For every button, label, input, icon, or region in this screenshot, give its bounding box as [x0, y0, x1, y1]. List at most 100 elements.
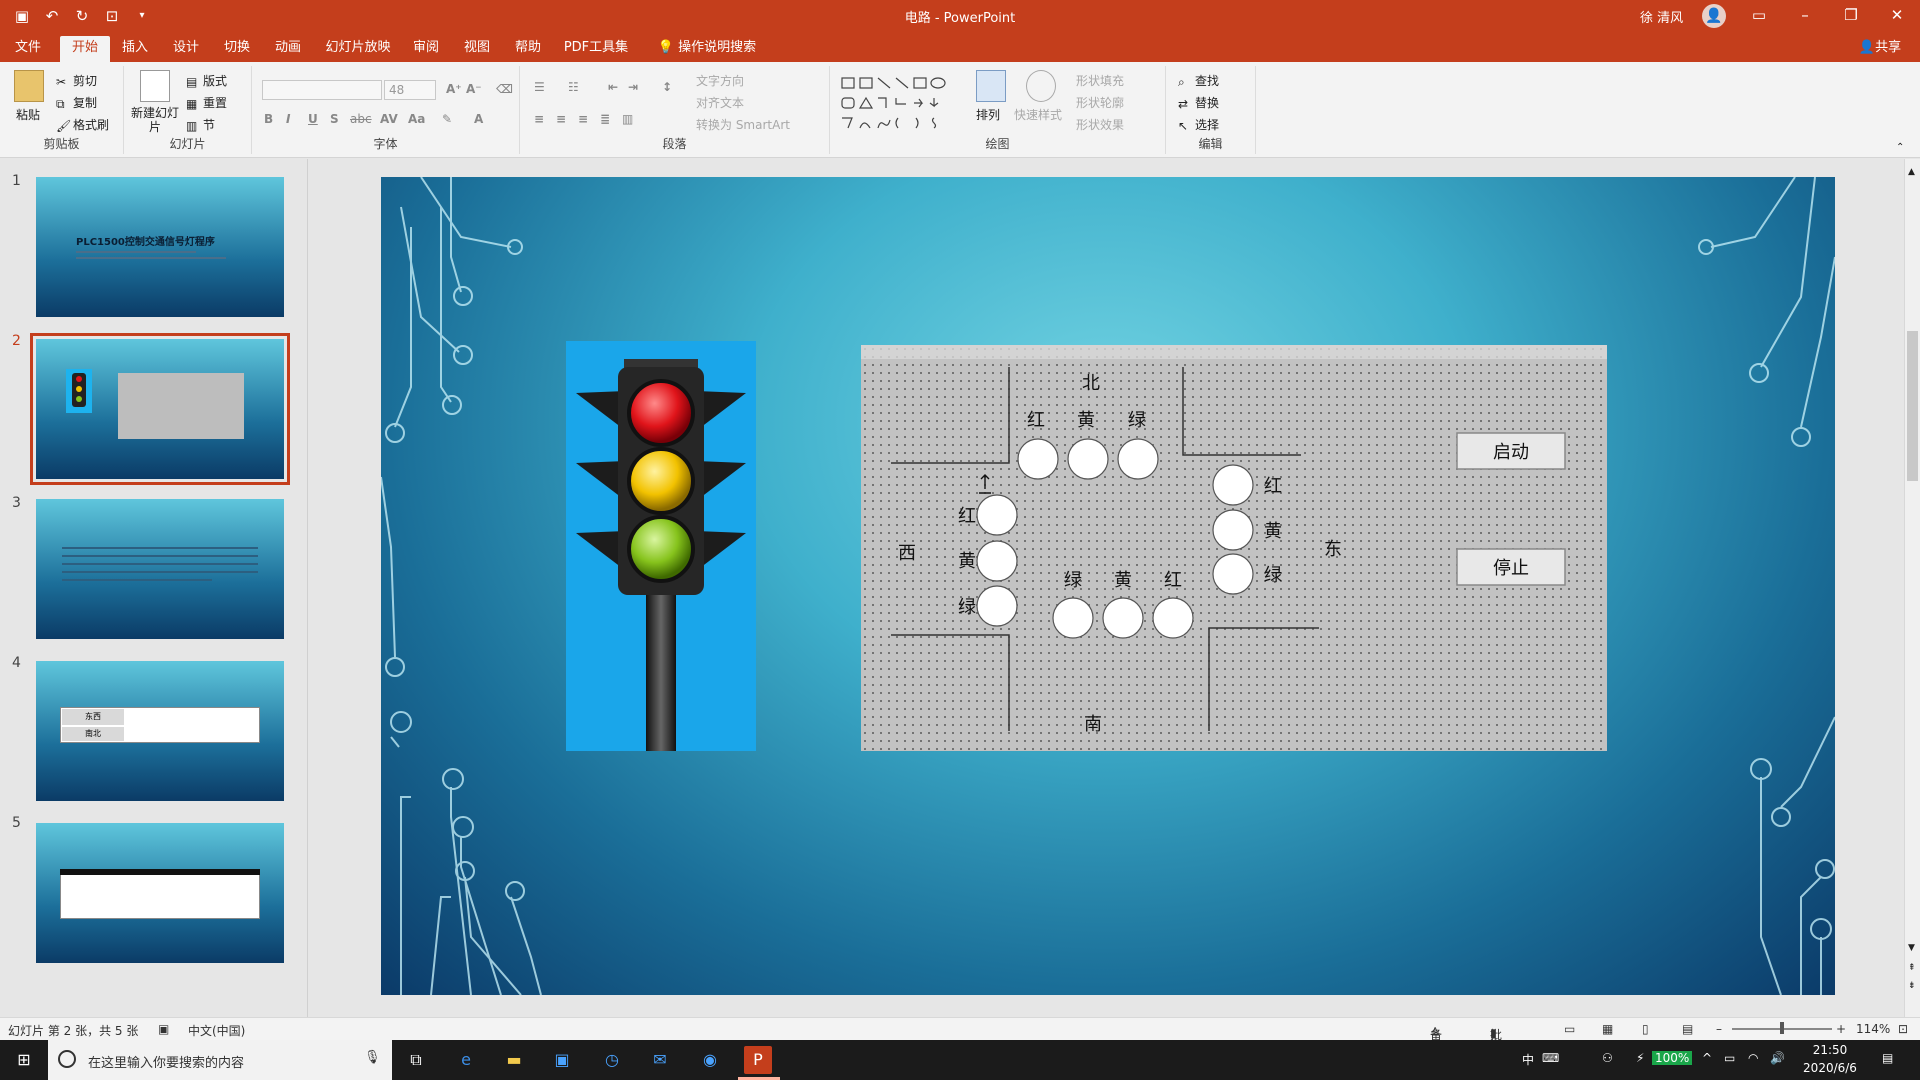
tray-expand-icon[interactable]: ^ [1702, 1051, 1712, 1065]
battery-level[interactable]: 100% [1652, 1051, 1693, 1065]
slideshow-view-icon[interactable]: ▤ [1682, 1022, 1693, 1036]
shrink-font-icon[interactable]: A⁻ [466, 82, 482, 96]
avatar[interactable]: 👤 [1702, 4, 1726, 28]
microphone-icon[interactable]: 🎙 [364, 1050, 381, 1065]
ime-indicator[interactable]: 中 [1522, 1051, 1534, 1068]
task-view-icon[interactable]: ⧉ [402, 1046, 430, 1074]
fit-to-window-icon[interactable]: ⊡ [1898, 1022, 1908, 1036]
highlight-icon[interactable]: ✎ [442, 112, 452, 126]
shape-effects-button[interactable]: 形状效果 [1076, 116, 1124, 133]
save-icon[interactable]: ▣ [10, 4, 34, 28]
normal-view-icon[interactable]: ▭ [1564, 1022, 1575, 1036]
powerpoint-taskbar-icon[interactable]: P [744, 1046, 772, 1074]
present-icon[interactable]: ⊡ [100, 4, 124, 28]
underline-button[interactable]: U [308, 112, 318, 126]
font-name-combo[interactable] [262, 80, 382, 100]
intersection-panel[interactable]: 北 南 东 西 红 黄 绿 红 黄 绿 红 黄 绿 绿 黄 红 启动 停止 [861, 345, 1607, 751]
zoom-level[interactable]: 114% [1856, 1022, 1890, 1036]
smartart-button[interactable]: 转换为 SmartArt [696, 116, 790, 133]
increase-indent-icon[interactable]: ⇥ [628, 80, 638, 94]
customize-qat-icon[interactable]: ▾ [130, 4, 154, 28]
font-size-combo[interactable]: 48 [384, 80, 436, 100]
ribbon-display-icon[interactable]: ▭ [1736, 0, 1782, 32]
zoom-in-icon[interactable]: + [1836, 1022, 1846, 1036]
wifi-icon[interactable]: ◠ [1748, 1051, 1758, 1065]
align-center-icon[interactable]: ≡ [556, 112, 566, 126]
clock-date[interactable]: 2020/6/6 [1796, 1061, 1864, 1075]
tab-slideshow[interactable]: 幻灯片放映 [320, 36, 396, 62]
tab-design[interactable]: 设计 [166, 36, 206, 62]
zoom-out-icon[interactable]: – [1716, 1022, 1722, 1036]
collapse-ribbon-icon[interactable]: ⌃ [1896, 142, 1904, 153]
justify-icon[interactable]: ≣ [600, 112, 610, 126]
replace-button[interactable]: ⇄ 替换 [1178, 94, 1219, 111]
layout-button[interactable]: ▤ 版式 [186, 72, 227, 89]
find-button[interactable]: ⌕ 查找 [1178, 72, 1219, 89]
arrange-button[interactable]: 排列 [976, 106, 1000, 123]
align-left-icon[interactable]: ≡ [534, 112, 544, 126]
tab-pdf-tools[interactable]: PDF工具集 [560, 36, 632, 62]
thumbnail-slide-4[interactable]: 东西 南北 [36, 661, 284, 801]
notification-icon[interactable]: ▤ [1882, 1051, 1893, 1065]
new-slide-icon[interactable] [140, 70, 170, 102]
next-slide-icon[interactable]: ⇟ [1908, 981, 1916, 991]
close-button[interactable]: ✕ [1874, 0, 1920, 32]
bold-button[interactable]: B [264, 112, 273, 126]
language-indicator[interactable]: 中文(中国) [188, 1022, 245, 1039]
user-name[interactable]: 徐 清风 [1640, 7, 1683, 26]
quick-styles-button[interactable]: 快速样式 [1014, 106, 1062, 123]
battery-icon[interactable]: ▭ [1724, 1051, 1735, 1065]
shape-fill-button[interactable]: 形状填充 [1076, 72, 1124, 89]
spacing-button[interactable]: AV [380, 112, 398, 126]
slide-sorter-icon[interactable]: ▦ [1602, 1022, 1613, 1036]
shapes-gallery[interactable] [838, 74, 962, 138]
scroll-down-icon[interactable]: ▼ [1908, 943, 1915, 953]
strikethrough-button[interactable]: abc [350, 112, 372, 126]
cut-button[interactable]: ✂ 剪切 [56, 72, 97, 89]
section-button[interactable]: ▥ 节 [186, 116, 215, 133]
new-slide-button[interactable]: 新建幻灯片 [130, 106, 180, 134]
tab-home[interactable]: 开始 [60, 36, 110, 62]
store-icon[interactable]: ▣ [548, 1046, 576, 1074]
align-right-icon[interactable]: ≡ [578, 112, 588, 126]
spellcheck-icon[interactable]: ▣ [158, 1022, 169, 1036]
browser-icon[interactable]: ◉ [696, 1046, 724, 1074]
tab-view[interactable]: 视图 [457, 36, 497, 62]
clear-format-icon[interactable]: ⌫ [496, 82, 513, 96]
reset-button[interactable]: ▦ 重置 [186, 94, 227, 111]
thumbnail-slide-5[interactable] [36, 823, 284, 963]
scroll-thumb[interactable] [1907, 331, 1918, 481]
tab-help[interactable]: 帮助 [508, 36, 548, 62]
shadow-button[interactable]: S [330, 112, 339, 126]
mail-icon[interactable]: ✉ [646, 1046, 674, 1074]
tab-transitions[interactable]: 切换 [217, 36, 257, 62]
stop-button[interactable]: 停止 [1456, 548, 1566, 586]
clock-app-icon[interactable]: ◷ [598, 1046, 626, 1074]
columns-icon[interactable]: ▥ [622, 112, 633, 126]
power-icon[interactable]: ⚡ [1636, 1051, 1644, 1065]
undo-icon[interactable]: ↶ [40, 4, 64, 28]
decrease-indent-icon[interactable]: ⇤ [608, 80, 618, 94]
copy-button[interactable]: ⧉ 复制 [56, 94, 97, 111]
thumbnail-slide-1[interactable]: PLC1500控制交通信号灯程序 [36, 177, 284, 317]
font-color-button[interactable]: A [474, 112, 483, 126]
start-button[interactable]: 启动 [1456, 432, 1566, 470]
quick-styles-icon[interactable] [1026, 70, 1056, 102]
minimize-button[interactable]: – [1782, 0, 1828, 32]
clock-time[interactable]: 21:50 [1800, 1043, 1860, 1057]
format-painter-button[interactable]: 🖌 格式刷 [56, 116, 109, 133]
numbering-icon[interactable]: ☷ [568, 80, 579, 94]
italic-button[interactable]: I [286, 112, 290, 126]
restore-button[interactable]: ❐ [1828, 0, 1874, 32]
vertical-scrollbar[interactable]: ▲ ▼ ⇞ ⇟ [1904, 159, 1920, 1017]
change-case-button[interactable]: Aa [408, 112, 425, 126]
thumbnail-slide-2[interactable] [30, 333, 290, 485]
reading-view-icon[interactable]: ▯ [1642, 1022, 1649, 1036]
redo-icon[interactable]: ↻ [70, 4, 94, 28]
line-spacing-icon[interactable]: ↕ [662, 80, 672, 94]
zoom-thumb[interactable] [1780, 1022, 1784, 1034]
windows-start-icon[interactable]: ⊞ [10, 1046, 38, 1074]
tab-insert[interactable]: 插入 [115, 36, 155, 62]
paste-icon[interactable] [14, 70, 44, 102]
previous-slide-icon[interactable]: ⇞ [1908, 963, 1916, 973]
